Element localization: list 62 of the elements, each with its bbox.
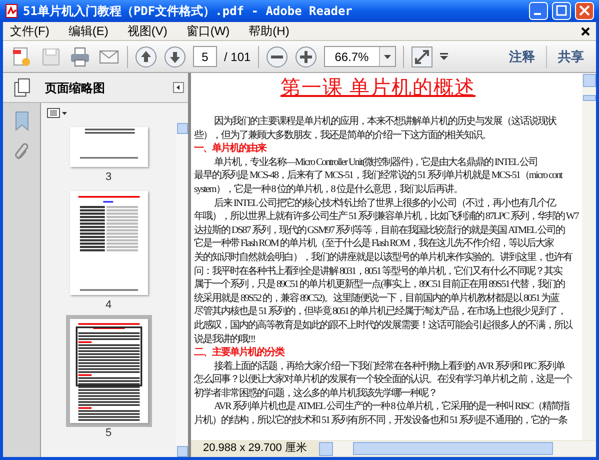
paragraph-line: 怎么回事？以便让大家对单片机的发展有一个较全面的认识。在没有学习单片机之前，这是一个 (194, 374, 572, 386)
page-size-label: 20.988 x 29.700 厘米 (202, 441, 308, 456)
paragraph-line: 些），但为了兼顾大多数朋友，我还是简单的介绍一下这方面的相关知识。 (194, 130, 491, 141)
menu-item[interactable]: 窗口(W) (181, 22, 235, 40)
paragraph-line: 关的知识时自然就会明白），我们的讲座就是以该型号的单片机来作实验的。讲到这里，也许有 (194, 252, 572, 263)
panel-title: 页面缩略图 (45, 80, 106, 96)
paragraph-line: 接着上面的话题，再给大家介绍一下我们经常在各种刊物上看到的 AVR 系列和 PIC 系列单 (214, 360, 564, 372)
menu-item[interactable]: 视图(V) (122, 22, 172, 40)
paragraph-line: 片机）的结构，所以它的技术和 51 系列有所不同，开发设备也和 51 系列是不通用的，它的一条 (194, 415, 567, 426)
minimize-button[interactable] (529, 2, 548, 20)
close-button[interactable] (575, 2, 594, 20)
section-heading: 二、主要单片机的分类 (194, 347, 284, 358)
paragraph-line: 后来 INTEL 公司把它的核心技术转让给了世界上很多的小公司（不过，再小也有几个亿 (214, 198, 556, 209)
page-number-label: 4 (105, 299, 112, 312)
previous-page-button[interactable] (135, 46, 157, 68)
paragraph-line: 因为我们的主要课程是单片机的应用，本来不想讲解单片机的历史与发展（这话说现状 (214, 116, 556, 127)
paragraph-line: 尽管其内核也是 51 系列的，但毕竟 8051 的单片机已经属于淘汰产品，在市场上也很少见到了， (194, 306, 566, 318)
create-document-icon[interactable] (11, 46, 33, 68)
paperclip-icon[interactable] (14, 143, 30, 161)
menu-item[interactable]: 帮助(H) (244, 22, 294, 40)
zoom-field[interactable]: 66.7% (324, 46, 396, 67)
paragraph-line: 单片机，专业名称—Micro Controller Unit(微控制器件)，它是由大名鼎鼎的 INTEL 公司 (214, 156, 538, 168)
paragraph-line: 最早的系列是 MCS-48，后来有了 MCS-51，我们经常说的 51 系列单片机就是 MCS-51（micro cont (194, 170, 562, 182)
page-number-label: 3 (105, 171, 112, 184)
page-total: / 101 (224, 48, 251, 66)
page-number-field[interactable]: 5 (193, 46, 217, 67)
collapse-icon[interactable] (173, 82, 184, 93)
pdf-icon (5, 4, 19, 18)
menu-item[interactable]: 文件(F) (5, 22, 54, 40)
options-icon[interactable] (47, 108, 67, 118)
paragraph-line: system），它是一种 8 位的单片机，8 位是什么意思，我们以后再讲。 (194, 184, 462, 195)
maximize-button[interactable] (552, 2, 571, 20)
paragraph-line: 初学者非常困惑的问题，这么多的单片机我该先学哪一种呢？ (194, 388, 437, 399)
page-thumbnail[interactable] (66, 315, 152, 427)
caret-icon[interactable] (440, 53, 448, 60)
expand-icon[interactable] (410, 46, 433, 68)
paragraph-line: 属于一个系列，只是 89C51 的单片机更新型一点(事实上，89C51 目前正在用 89S51 代替，我们的 (194, 279, 565, 290)
next-page-button[interactable] (164, 46, 186, 68)
window-title: 51单片机入门教程（PDF文件格式）.pdf - Adobe Reader (23, 3, 354, 20)
paragraph-line: 问：我平时在各种书上看到全是讲解 8031，8051 等型号的单片机，它们又有什么不同呢？其实 (194, 266, 562, 277)
scrollbar[interactable] (176, 123, 188, 457)
caret-icon (384, 54, 391, 58)
document-title: 第一课 单片机的概述 (280, 76, 476, 101)
horizontal-scrollbar[interactable] (318, 441, 596, 456)
paragraph-line: 年哦），所以世界上就有许多公司生产 51 系列兼容单片机，比如飞利浦的 87LPC 系列，华邦的 W7 (194, 211, 578, 222)
paragraph-line: 统采用就是 89S52 的，兼容 89C52)。这里随便说一下，目前国内的单片机教材都是以 8051 为蓝 (194, 292, 560, 304)
scrollbar[interactable] (582, 73, 596, 440)
print-icon[interactable] (69, 46, 91, 68)
pages-icon[interactable] (13, 76, 33, 98)
paragraph-line: 它是一种带 Flash ROM 的单片机（至于什么是 Flash ROM，我在这儿先不作介绍，等以后大家 (194, 238, 554, 250)
close-icon[interactable] (581, 26, 590, 36)
toolbar-button[interactable]: 共享 (554, 46, 588, 66)
section-heading: 一、单片机的由来 (194, 143, 266, 154)
paragraph-line: 此感叹，国内的高等教育是如此的跟不上时代的发展需要！这话可能会引起很多人的不满，所以 (194, 320, 572, 331)
toolbar-button[interactable]: 注释 (505, 46, 539, 66)
zoom-out-button[interactable] (266, 46, 288, 68)
zoom-in-button[interactable] (294, 46, 317, 68)
paragraph-line: 说是我讲的哦!!! (194, 334, 255, 344)
paragraph-line: AVR 系列单片机也是 ATMEL 公司生产的一种 8 位单片机，它采用的是一种叫 RISC（精简指 (214, 401, 570, 412)
paragraph-line: 达拉斯的 DS87 系列，现代的 GSM97 系列等等，目前在我国比较流行的就是美国 ATMEL 公司的 (194, 224, 564, 236)
menu-item[interactable]: 编辑(E) (63, 22, 114, 40)
page-number-label: 5 (105, 427, 112, 440)
